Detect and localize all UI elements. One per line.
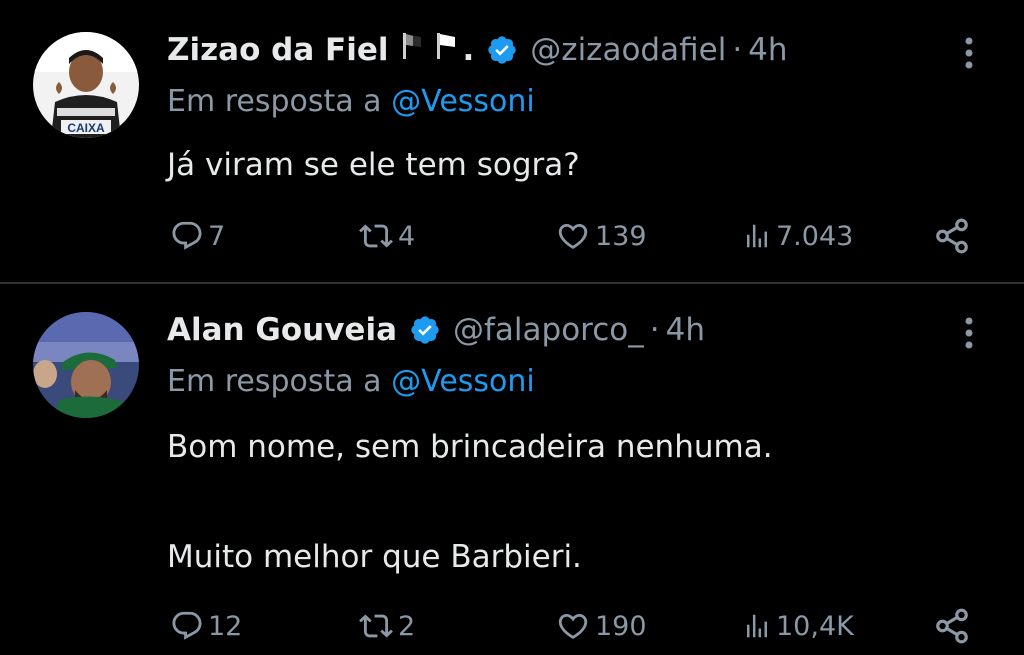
tweet-text: Já viram se ele tem sogra? [167, 147, 580, 183]
views-button[interactable]: 7.043 [742, 214, 853, 258]
flag-icon [435, 31, 457, 69]
flag-icon [401, 31, 423, 69]
verified-badge-icon [486, 34, 518, 66]
like-icon [555, 609, 591, 643]
timestamp[interactable]: 4h [666, 312, 705, 348]
share-button[interactable] [933, 604, 971, 648]
reply-mention[interactable]: @Vessoni [391, 84, 535, 119]
reply-prefix: Em resposta a [167, 364, 382, 399]
views-count: 7.043 [776, 220, 854, 252]
like-icon [555, 219, 591, 253]
views-icon [742, 609, 772, 643]
retweet-button[interactable]: 2 [358, 604, 415, 648]
avatar[interactable] [33, 312, 139, 418]
user-handle[interactable]: @falaporco_ [453, 312, 644, 348]
tweet-header: Zizao da Fiel . @zizaodafiel · 4h [167, 28, 788, 72]
reply-context: Em resposta a @Vessoni [167, 364, 535, 399]
reply-count: 12 [208, 610, 243, 642]
retweet-icon [358, 219, 394, 253]
reply-button[interactable]: 12 [170, 604, 242, 648]
display-name[interactable]: Alan Gouveia [167, 312, 397, 348]
reply-mention[interactable]: @Vessoni [391, 364, 535, 399]
like-button[interactable]: 139 [555, 214, 647, 258]
avatar[interactable]: CAIXA [33, 32, 139, 138]
separator-dot: · [649, 312, 660, 348]
tweet-actions: 7 4 139 7.043 [0, 214, 1024, 258]
reply-prefix: Em resposta a [167, 84, 382, 119]
like-count: 190 [595, 610, 647, 642]
reply-icon [170, 219, 204, 253]
tweet-text-line: Muito melhor que Barbieri. [167, 539, 582, 575]
views-count: 10,4K [776, 610, 854, 642]
separator-dot: · [732, 32, 743, 68]
tweet-text-line: Bom nome, sem brincadeira nenhuma. [167, 429, 773, 465]
timestamp[interactable]: 4h [748, 32, 787, 68]
tweet[interactable]: Alan Gouveia @falaporco_ · 4h Em respost… [0, 284, 1024, 655]
like-count: 139 [595, 220, 647, 252]
more-options-icon[interactable] [958, 33, 980, 73]
verified-badge-icon [409, 314, 441, 346]
retweet-count: 4 [398, 220, 416, 252]
more-options-icon[interactable] [958, 313, 980, 353]
name-suffix: . [462, 32, 475, 68]
avatar-sponsor-text: CAIXA [67, 121, 105, 135]
tweet[interactable]: CAIXA Zizao da Fiel . @zizaodafiel · 4h … [0, 0, 1024, 282]
retweet-icon [358, 609, 394, 643]
share-button[interactable] [933, 214, 971, 258]
views-icon [742, 219, 772, 253]
reply-button[interactable]: 7 [170, 214, 225, 258]
reply-icon [170, 609, 204, 643]
reply-count: 7 [208, 220, 226, 252]
like-button[interactable]: 190 [555, 604, 647, 648]
share-icon [933, 607, 971, 645]
tweet-actions: 12 2 190 10,4K [0, 604, 1024, 648]
user-handle[interactable]: @zizaodafiel [530, 32, 726, 68]
share-icon [933, 217, 971, 255]
retweet-button[interactable]: 4 [358, 214, 415, 258]
tweet-header: Alan Gouveia @falaporco_ · 4h [167, 308, 705, 352]
views-button[interactable]: 10,4K [742, 604, 854, 648]
display-name[interactable]: Zizao da Fiel [167, 32, 389, 68]
retweet-count: 2 [398, 610, 416, 642]
reply-context: Em resposta a @Vessoni [167, 84, 535, 119]
